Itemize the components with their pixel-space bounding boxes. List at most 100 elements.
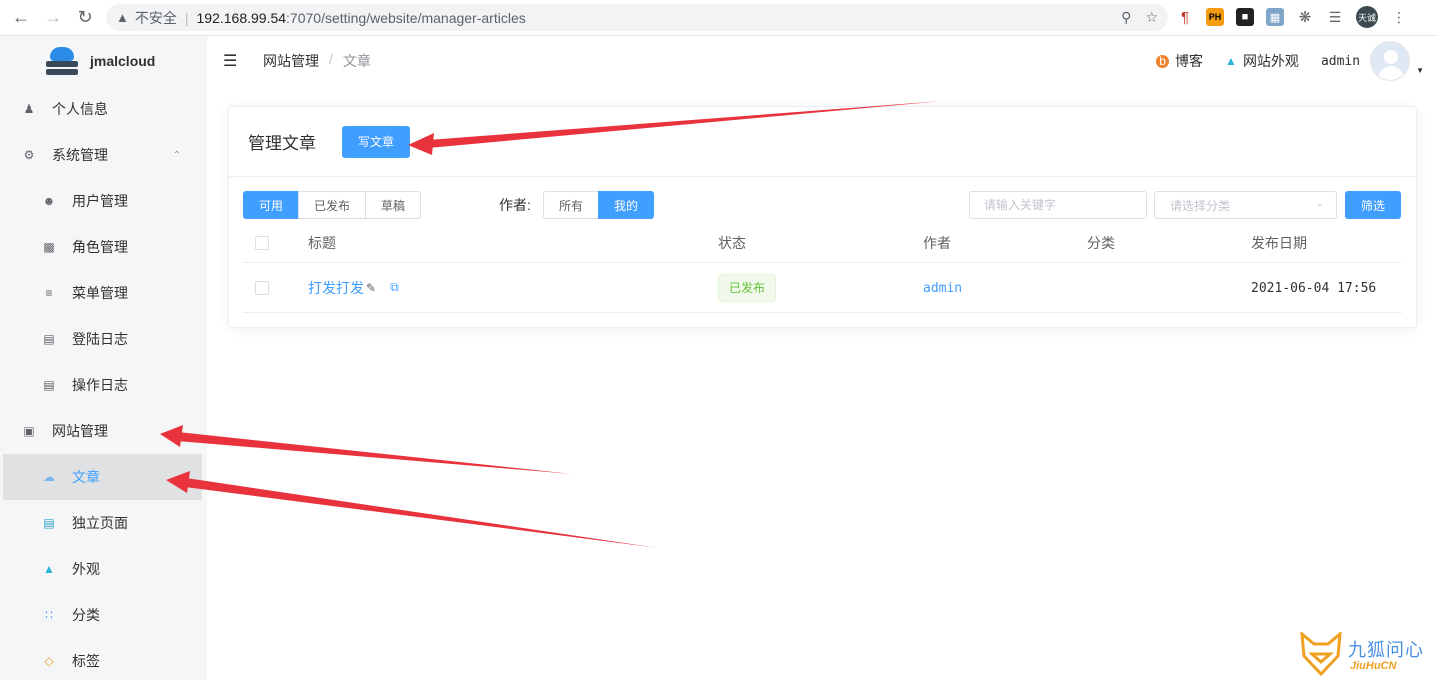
keyword-search-input[interactable] (969, 191, 1147, 219)
status-filter-available[interactable]: 可用 (243, 191, 300, 219)
blog-link[interactable]: b 博客 (1156, 51, 1203, 71)
avatar[interactable] (1370, 41, 1411, 81)
select-all-checkbox[interactable] (255, 235, 269, 250)
sidebar-item-profile[interactable]: ♟ 个人信息 (0, 86, 207, 132)
category-select[interactable]: 请选择分类 ⌄ (1154, 191, 1337, 219)
appearance-link[interactable]: ▲ 网站外观 (1225, 51, 1299, 71)
sidebar-item-label: 网站管理 (52, 423, 108, 439)
arrow-to-website-menu (160, 425, 572, 474)
puzzle-extensions-icon[interactable]: ❋ (1296, 8, 1314, 26)
extensions-bar: ¶ PH ■ ▦ ❋ ☰ 天诚 ⋮ (1176, 6, 1408, 28)
sidebar-item-label: 独立页面 (72, 515, 128, 531)
blog-label: 博客 (1175, 53, 1204, 69)
users-icon: ☻ (42, 194, 56, 208)
category-icon: ∷ (45, 608, 53, 622)
article-icon: ☁ (43, 470, 55, 484)
sidebar-item-pages[interactable]: ▤ 独立页面 (0, 500, 207, 546)
sidebar-item-login-log[interactable]: ▤ 登陆日志 (0, 316, 207, 362)
sidebar-item-label: 分类 (72, 607, 100, 623)
header-title: 标题 (308, 234, 336, 251)
header-status: 状态 (718, 234, 746, 251)
header-date: 发布日期 (1251, 234, 1307, 251)
filter-button[interactable]: 筛选 (1345, 191, 1401, 219)
status-filter-published[interactable]: 已发布 (298, 191, 367, 219)
breadcrumb-separator: / (329, 51, 333, 67)
collapse-menu-icon[interactable]: ☰ (223, 51, 241, 71)
author-filter-label: 作者: (499, 197, 531, 213)
author-filter-all[interactable]: 所有 (543, 191, 600, 219)
articles-table: 标题 状态 作者 分类 发布日期 打发打发 ✎ ⧉ 已发布 admin 2021… (243, 223, 1402, 313)
producthunt-extension-icon[interactable]: PH (1206, 8, 1224, 26)
article-title-link[interactable]: 打发打发 (308, 278, 364, 298)
back-icon[interactable]: ← (10, 7, 32, 29)
header-category: 分类 (1087, 234, 1115, 251)
photo-extension-icon[interactable]: ▦ (1266, 8, 1284, 26)
brand[interactable]: jmalcloud (0, 36, 207, 86)
paragraph-extension-icon[interactable]: ¶ (1176, 8, 1194, 26)
sidebar-item-tags[interactable]: ◇ 标签 (0, 638, 207, 684)
user-icon: ♟ (23, 102, 35, 116)
bookmark-star-icon[interactable]: ☆ (1145, 9, 1158, 26)
sidebar-item-label: 外观 (72, 561, 100, 577)
forward-icon[interactable]: → (42, 7, 64, 29)
kebab-menu-icon[interactable]: ⋮ (1390, 8, 1408, 26)
username[interactable]: admin (1321, 54, 1360, 69)
watermark-text: 九狐问心 (1348, 640, 1424, 660)
tag-icon: ◇ (44, 654, 54, 668)
external-link-icon[interactable]: ⧉ (390, 280, 399, 295)
sidebar-item-operation-log[interactable]: ▤ 操作日志 (0, 362, 207, 408)
sidebar-item-label: 系统管理 (52, 147, 108, 163)
sidebar-item-label: 文章 (72, 469, 100, 485)
table-header: 标题 状态 作者 分类 发布日期 (243, 223, 1402, 263)
author-link[interactable]: admin (923, 281, 962, 296)
warning-icon: ▲ (116, 10, 129, 25)
arrow-to-articles-menu (166, 471, 658, 548)
id-card-icon: ▩ (43, 240, 55, 254)
omnibox-divider: | (184, 9, 189, 26)
sidebar-item-website[interactable]: ▣ 网站管理 (0, 408, 207, 454)
edit-icon[interactable]: ✎ (366, 281, 376, 295)
publish-date: 2021-06-04 17:56 (1251, 281, 1377, 296)
reading-list-icon[interactable]: ☰ (1326, 8, 1344, 26)
row-checkbox[interactable] (255, 280, 269, 295)
breadcrumb-articles: 文章 (342, 53, 371, 69)
card-header: 管理文章 写文章 (229, 107, 1416, 177)
sidebar-item-label: 角色管理 (72, 239, 128, 255)
sidebar-item-menus[interactable]: ≡ 菜单管理 (0, 270, 207, 316)
login-log-icon: ▤ (43, 332, 55, 346)
breadcrumb-website[interactable]: 网站管理 (263, 51, 319, 71)
address-bar[interactable]: ▲ 不安全 | 192.168.99.54:7070/setting/websi… (106, 4, 1168, 31)
page-title: 管理文章 (248, 134, 316, 153)
operation-log-icon: ▤ (43, 378, 55, 392)
sidebar-item-users[interactable]: ☻ 用户管理 (0, 178, 207, 224)
articles-card: 管理文章 写文章 可用 已发布 草稿 作者: 所有 我的 请选择分类 ⌄ 筛选 … (228, 106, 1417, 328)
shirt-icon: ▲ (1225, 54, 1237, 68)
category-placeholder: 请选择分类 (1170, 198, 1231, 213)
author-filter-mine[interactable]: 我的 (598, 191, 655, 219)
browser-toolbar: ← → ↻ ▲ 不安全 | 192.168.99.54:7070/setting… (0, 0, 1436, 36)
sidebar-item-label: 标签 (72, 653, 100, 669)
key-icon[interactable]: ⚲ (1121, 9, 1131, 26)
header-author: 作者 (923, 234, 951, 251)
profile-avatar[interactable]: 天诚 (1356, 6, 1378, 28)
sidebar-item-categories[interactable]: ∷ 分类 (0, 592, 207, 638)
reload-icon[interactable]: ↻ (74, 7, 96, 29)
write-article-button[interactable]: 写文章 (342, 125, 410, 158)
status-filter-group: 可用 已发布 草稿 (243, 191, 422, 219)
sidebar-item-label: 登陆日志 (72, 331, 128, 347)
status-filter-draft[interactable]: 草稿 (365, 191, 422, 219)
url-path: :7070/setting/website/manager-articles (286, 9, 526, 26)
fox-logo-icon (1300, 630, 1342, 677)
status-badge: 已发布 (718, 273, 777, 302)
sliders-icon: ≡ (45, 286, 53, 300)
sidebar-item-system[interactable]: ⚙ 系统管理 ⌃ (0, 132, 207, 178)
sidebar-item-roles[interactable]: ▩ 角色管理 (0, 224, 207, 270)
mask-extension-icon[interactable]: ■ (1236, 8, 1254, 26)
page-icon: ▤ (43, 516, 55, 530)
appearance-label: 网站外观 (1242, 53, 1299, 69)
caret-down-icon[interactable]: ▼ (1416, 66, 1424, 75)
url-host: 192.168.99.54 (196, 9, 287, 26)
sidebar-item-appearance[interactable]: ▲ 外观 (0, 546, 207, 592)
website-icon: ▣ (23, 424, 35, 438)
sidebar-item-articles[interactable]: ☁ 文章 (3, 454, 202, 500)
